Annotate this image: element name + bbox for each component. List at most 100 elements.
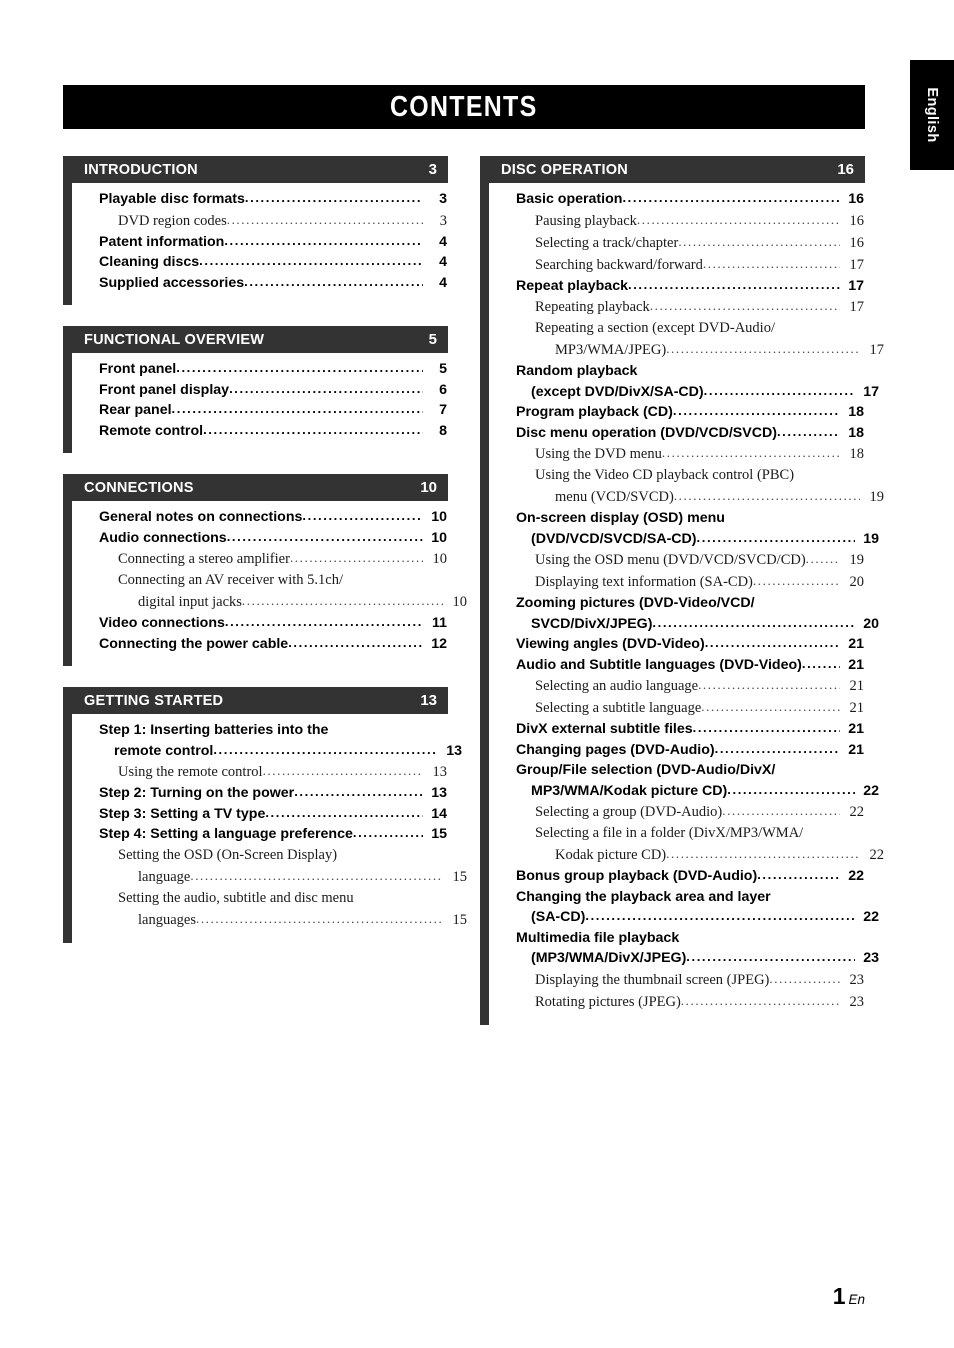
toc-entry[interactable]: Connecting the power cable..............… (99, 634, 448, 655)
toc-leader-dots: ........................................… (265, 804, 423, 820)
toc-entry[interactable]: Changing the playback area and layer....… (516, 887, 879, 928)
toc-entry[interactable]: Selecting a subtitle language...........… (535, 697, 865, 719)
toc-entry-page: 17 (863, 383, 879, 400)
toc-entry[interactable]: Cleaning discs..........................… (99, 252, 448, 273)
toc-entry[interactable]: Front panel.............................… (99, 359, 448, 380)
toc-entry[interactable]: DVD region codes........................… (118, 210, 448, 232)
toc-entry[interactable]: Step 2: Turning on the power............… (99, 783, 448, 804)
toc-entry-text: Using the DVD menu (535, 446, 662, 462)
toc-section-body: General notes on connections............… (63, 501, 467, 666)
toc-entry-page: 11 (432, 615, 447, 631)
toc-entry[interactable]: Video connections.......................… (99, 613, 448, 634)
toc-entry[interactable]: Playable disc formats...................… (99, 189, 448, 210)
toc-section-body: Step 1: Inserting batteries into the....… (63, 714, 467, 943)
toc-leader-dots: ........................................… (302, 508, 423, 523)
toc-entry-text: language (138, 868, 191, 885)
toc-entry[interactable]: Step 1: Inserting batteries into the....… (99, 720, 462, 761)
toc-entry[interactable]: Using the remote control................… (118, 761, 448, 783)
toc-entry-text: Multimedia file playback (516, 929, 680, 946)
toc-section-header[interactable]: CONNECTIONS 10 (63, 474, 448, 501)
toc-column-right: DISC OPERATION 16 Basic operation.........… (480, 156, 884, 1046)
toc-entry-text: MP3/WMA/Kodak picture CD) (531, 782, 728, 799)
toc-section-header[interactable]: INTRODUCTION 3 (63, 156, 448, 183)
toc-entry-page: 3 (439, 212, 447, 229)
toc-entry[interactable]: Supplied accessories....................… (99, 273, 448, 294)
toc-entry[interactable]: Setting the OSD (On-Screen Display).....… (118, 845, 467, 888)
toc-entry-page: 21 (848, 721, 864, 737)
toc-section-page: 5 (428, 331, 437, 348)
toc-leader-dots: ........................................… (805, 551, 840, 566)
toc-entry[interactable]: Viewing angles (DVD-Video)..............… (516, 634, 865, 655)
toc-entry[interactable]: Selecting a file in a folder (DivX/MP3/W… (535, 823, 884, 866)
toc-leader-dots: ........................................… (703, 382, 855, 398)
toc-entry[interactable]: Front panel display.....................… (99, 380, 448, 401)
toc-entry[interactable]: Rear panel..............................… (99, 400, 448, 421)
toc-entry-text: Front panel (99, 361, 177, 377)
toc-entry-text: Playable disc formats (99, 191, 245, 207)
toc-leader-dots: ........................................… (226, 211, 423, 227)
toc-section-header[interactable]: DISC OPERATION 16 (480, 156, 865, 183)
toc-entry-page: 4 (439, 233, 447, 250)
toc-entry[interactable]: Displaying the thumbnail screen (JPEG)..… (535, 969, 865, 991)
toc-entry[interactable]: Group/File selection (DVD-Audio/DivX/...… (516, 760, 879, 801)
toc-entry[interactable]: On-screen display (OSD) menu............… (516, 508, 879, 549)
toc-entry[interactable]: Remote control..........................… (99, 421, 448, 442)
toc-entry[interactable]: Multimedia file playback................… (516, 928, 879, 969)
toc-entry-text: Step 2: Turning on the power (99, 785, 295, 801)
toc-entry[interactable]: Repeating playback......................… (535, 296, 865, 318)
toc-entry-page: 21 (848, 636, 864, 652)
toc-entry[interactable]: Rotating pictures (JPEG)................… (535, 991, 865, 1013)
toc-entry-page: 22 (863, 909, 879, 925)
toc-entry[interactable]: DivX external subtitle files............… (516, 719, 865, 740)
toc-entry-page: 22 (848, 868, 864, 884)
toc-entry[interactable]: Using the OSD menu (DVD/VCD/SVCD/CD)....… (535, 549, 865, 571)
toc-entry-page: 23 (863, 950, 879, 966)
toc-section-header[interactable]: GETTING STARTED 13 (63, 687, 448, 714)
toc-entry[interactable]: Setting the audio, subtitle and disc men… (118, 888, 467, 931)
toc-entry-page: 22 (869, 847, 885, 863)
toc-entry[interactable]: Displaying text information (SA-CD).....… (535, 571, 865, 593)
toc-entry-text: Selecting a subtitle language (535, 700, 702, 716)
toc-entry-page: 17 (849, 299, 865, 315)
toc-entry[interactable]: Program playback (CD)...................… (516, 402, 865, 423)
toc-entry-text: Connecting a stereo amplifier (118, 551, 290, 567)
toc-entry[interactable]: Connecting a stereo amplifier...........… (118, 548, 448, 570)
toc-entry-page: 19 (863, 530, 879, 547)
toc-entry[interactable]: Connecting an AV receiver with 5.1ch/...… (118, 570, 467, 613)
toc-entry-text: Step 3: Setting a TV type (99, 805, 266, 822)
toc-entry[interactable]: Selecting an audio language.............… (535, 675, 865, 697)
toc-leader-dots: ........................................… (776, 423, 840, 439)
toc-entry[interactable]: Selecting a group (DVD-Audio)...........… (535, 801, 865, 823)
toc-entry[interactable]: Pausing playback........................… (535, 210, 865, 232)
toc-entry-page: 18 (848, 424, 864, 441)
toc-entry[interactable]: Selecting a track/chapter...............… (535, 232, 865, 254)
toc-leader-dots: ........................................… (649, 298, 840, 313)
toc-entry[interactable]: Patent information......................… (99, 232, 448, 253)
toc-entry[interactable]: Bonus group playback (DVD-Audio)........… (516, 866, 865, 887)
toc-entry[interactable]: Searching backward/forward..............… (535, 254, 865, 276)
toc-entry[interactable]: Repeat playback.........................… (516, 276, 865, 297)
toc-entry[interactable]: Zooming pictures (DVD-Video/VCD/........… (516, 593, 879, 634)
toc-entry-text: Selecting a group (DVD-Audio) (535, 804, 723, 820)
toc-section-header[interactable]: FUNCTIONAL OVERVIEW 5 (63, 326, 448, 353)
toc-entry[interactable]: Changing pages (DVD-Audio)..............… (516, 740, 865, 761)
toc-entry[interactable]: Random playback.........................… (516, 361, 879, 402)
toc-entry-text: Supplied accessories (99, 274, 245, 291)
toc-entry[interactable]: Basic operation.........................… (516, 189, 865, 210)
toc-entry-page: 19 (869, 489, 885, 505)
toc-entry[interactable]: Audio connections.......................… (99, 528, 448, 549)
page-footer: 1 En (0, 1283, 954, 1310)
toc-entry-text: (SA-CD) (531, 909, 586, 925)
toc-section: FUNCTIONAL OVERVIEW 5 Front panel.........… (63, 326, 448, 453)
toc-entry[interactable]: General notes on connections............… (99, 507, 448, 528)
toc-entry-text: Step 4: Setting a language preference (99, 826, 353, 842)
toc-section: DISC OPERATION 16 Basic operation.........… (480, 156, 884, 1025)
toc-entry[interactable]: Disc menu operation (DVD/VCD/SVCD)......… (516, 423, 865, 444)
toc-entry[interactable]: Using the Video CD playback control (PBC… (535, 465, 884, 508)
toc-entry[interactable]: Audio and Subtitle languages (DVD-Video)… (516, 655, 865, 676)
toc-entry[interactable]: Repeating a section (except DVD-Audio/..… (535, 318, 884, 361)
toc-entry[interactable]: Using the DVD menu......................… (535, 443, 865, 465)
toc-entry[interactable]: Step 3: Setting a TV type...............… (99, 804, 448, 825)
toc-entry-text: DivX external subtitle files (516, 721, 693, 737)
toc-entry[interactable]: Step 4: Setting a language preference...… (99, 824, 448, 845)
